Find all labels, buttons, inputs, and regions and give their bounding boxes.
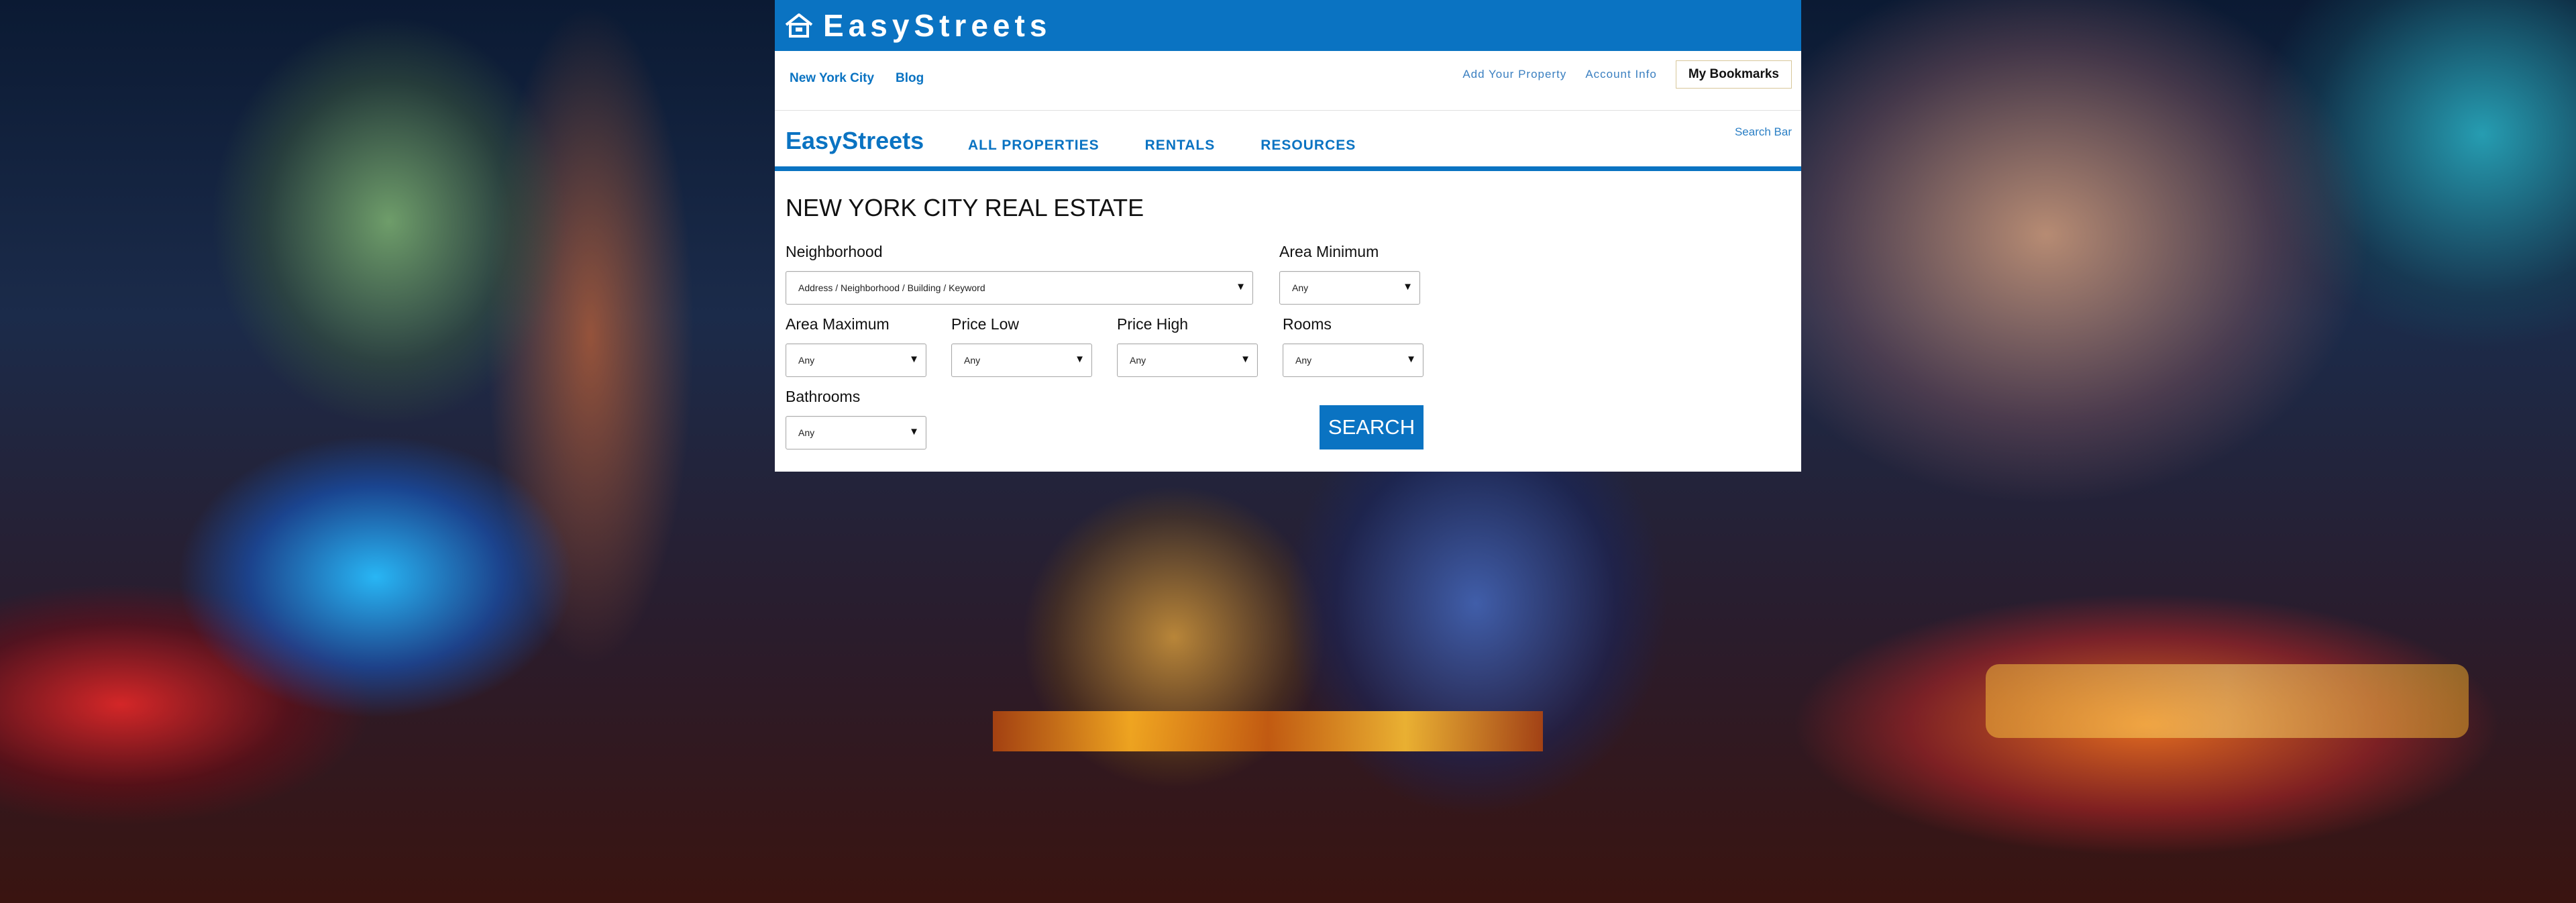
area-maximum-label: Area Maximum [786,315,890,333]
search-bar-link[interactable]: Search Bar [1735,125,1792,139]
neighborhood-select-value: Address / Neighborhood / Building / Keyw… [798,282,985,293]
search-button[interactable]: SEARCH [1320,405,1424,449]
brand-logo-text[interactable]: EasyStreets [823,7,1051,44]
house-icon [784,11,814,40]
menu-item-rentals[interactable]: RENTALS [1145,138,1216,154]
chevron-down-icon: ▼ [1236,281,1246,293]
area-minimum-select-value: Any [1292,282,1309,293]
chevron-down-icon: ▼ [1075,354,1085,365]
my-bookmarks-button[interactable]: My Bookmarks [1675,60,1792,89]
chevron-down-icon: ▼ [909,354,919,365]
top-nav-left-links: New York City Blog [790,71,924,86]
bathrooms-select[interactable]: Any ▼ [786,416,926,449]
top-nav-right-links: Add Your Property Account Info My Bookma… [1462,60,1792,89]
page-title: NEW YORK CITY REAL ESTATE [786,194,1144,221]
area-minimum-label: Area Minimum [1279,243,1379,260]
main-panel: EasyStreets New York City Blog Add Your … [775,0,1801,472]
rooms-select-value: Any [1295,355,1312,366]
price-high-select[interactable]: Any ▼ [1117,343,1258,377]
nav-link-blog[interactable]: Blog [896,71,924,86]
price-low-select[interactable]: Any ▼ [951,343,1092,377]
neighborhood-select[interactable]: Address / Neighborhood / Building / Keyw… [786,271,1253,305]
area-maximum-select[interactable]: Any ▼ [786,343,926,377]
price-high-label: Price High [1117,315,1189,333]
chevron-down-icon: ▼ [1403,281,1413,293]
account-info-link[interactable]: Account Info [1585,68,1657,81]
neighborhood-label: Neighborhood [786,243,883,260]
price-low-label: Price Low [951,315,1019,333]
main-menu: ALL PROPERTIES RENTALS RESOURCES [968,138,1356,154]
chevron-down-icon: ▼ [1406,354,1416,365]
rooms-select[interactable]: Any ▼ [1283,343,1424,377]
brand-bar: EasyStreets [775,0,1801,51]
price-low-select-value: Any [964,355,981,366]
area-minimum-select[interactable]: Any ▼ [1279,271,1420,305]
price-high-select-value: Any [1130,355,1146,366]
rooms-label: Rooms [1283,315,1332,333]
background-ticker-band [993,711,1543,751]
chevron-down-icon: ▼ [1240,354,1250,365]
background-sign-glow [1986,664,2469,738]
top-nav: New York City Blog Add Your Property Acc… [775,51,1801,111]
menu-item-all-properties[interactable]: ALL PROPERTIES [968,138,1099,154]
chevron-down-icon: ▼ [909,426,919,437]
bathrooms-select-value: Any [798,427,815,438]
add-property-link[interactable]: Add Your Property [1462,68,1566,81]
menu-item-resources[interactable]: RESOURCES [1260,138,1356,154]
area-maximum-select-value: Any [798,355,815,366]
site-name-link[interactable]: EasyStreets [786,127,924,155]
nav-link-new-york-city[interactable]: New York City [790,71,874,86]
main-nav: EasyStreets ALL PROPERTIES RENTALS RESOU… [775,111,1801,171]
bathrooms-label: Bathrooms [786,388,861,405]
